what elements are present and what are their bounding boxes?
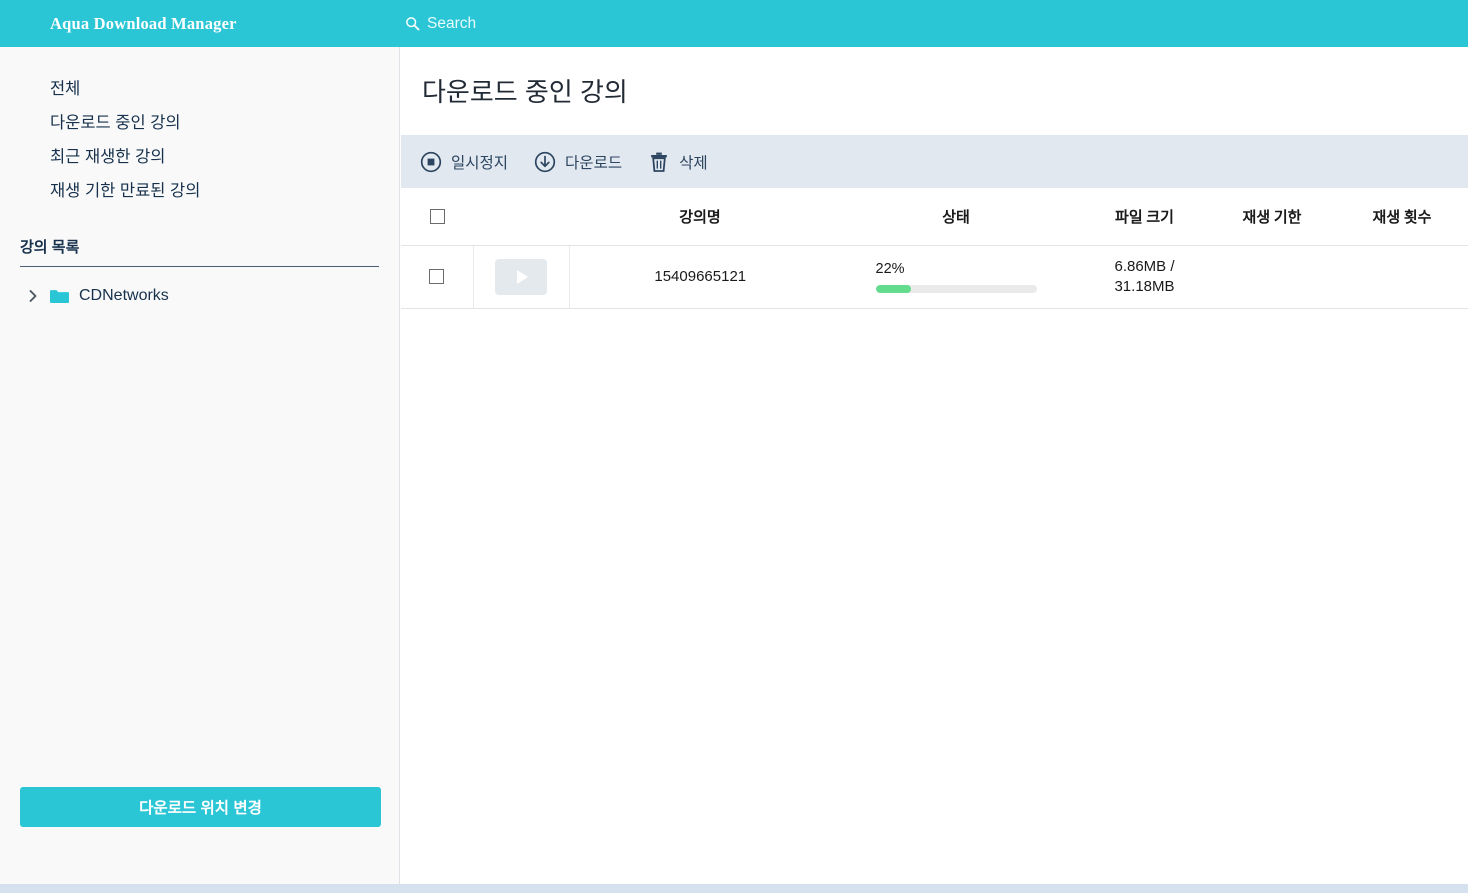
sidebar-item-all[interactable]: 전체 bbox=[0, 72, 399, 106]
change-download-location-button[interactable]: 다운로드 위치 변경 bbox=[20, 787, 381, 827]
row-filesize: 6.86MB / 31.18MB bbox=[1081, 245, 1208, 309]
column-header-plays: 재생 횟수 bbox=[1336, 188, 1468, 246]
row-select-cell bbox=[401, 245, 474, 309]
downloads-table: 강의명 상태 파일 크기 재생 기한 재생 횟수 15409665121 22%… bbox=[401, 188, 1468, 309]
downloads-table-container: 강의명 상태 파일 크기 재생 기한 재생 횟수 15409665121 22%… bbox=[401, 188, 1468, 884]
page-title: 다운로드 중인 강의 bbox=[422, 77, 628, 107]
download-circle-icon bbox=[534, 151, 556, 173]
column-header-expiry: 재생 기한 bbox=[1208, 188, 1336, 246]
row-filesize-line2: 31.18MB bbox=[1114, 277, 1175, 295]
app-title: Aqua Download Manager bbox=[50, 13, 237, 33]
delete-button[interactable]: 삭제 bbox=[648, 151, 708, 173]
row-plays bbox=[1336, 245, 1468, 309]
table-body: 15409665121 22% 6.86MB / 31.18MB bbox=[401, 245, 1468, 309]
progress-track bbox=[875, 284, 1037, 293]
column-header-size: 파일 크기 bbox=[1081, 188, 1208, 246]
table-header-row: 강의명 상태 파일 크기 재생 기한 재생 횟수 bbox=[401, 188, 1468, 246]
sidebar: 전체 다운로드 중인 강의 최근 재생한 강의 재생 기한 만료된 강의 강의 … bbox=[0, 47, 400, 884]
progress-percent-label: 22% bbox=[875, 260, 905, 277]
tree-node-cdnetworks[interactable]: CDNetworks bbox=[0, 281, 399, 311]
pause-button-label: 일시정지 bbox=[451, 154, 509, 172]
sidebar-item-downloading[interactable]: 다운로드 중인 강의 bbox=[0, 106, 399, 140]
sidebar-item-recently-played[interactable]: 최근 재생한 강의 bbox=[0, 140, 399, 174]
table-row[interactable]: 15409665121 22% 6.86MB / 31.18MB bbox=[401, 245, 1468, 309]
progress-group: 22% bbox=[875, 260, 1037, 293]
pause-circle-icon bbox=[420, 151, 442, 173]
column-header-name: 강의명 bbox=[569, 188, 831, 246]
download-button-label: 다운로드 bbox=[565, 154, 623, 172]
app-window: Aqua Download Manager Search 전체 다운로드 중인 … bbox=[0, 0, 1468, 893]
sidebar-nav-list: 전체 다운로드 중인 강의 최근 재생한 강의 재생 기한 만료된 강의 bbox=[0, 47, 399, 208]
download-button[interactable]: 다운로드 bbox=[534, 151, 622, 173]
row-name: 15409665121 bbox=[569, 245, 831, 309]
trash-icon bbox=[648, 151, 670, 173]
action-toolbar: 일시정지 다운로드 삭제 bbox=[401, 135, 1468, 188]
folder-icon bbox=[50, 289, 69, 304]
select-all-checkbox[interactable] bbox=[429, 208, 445, 224]
column-header-thumbnail bbox=[473, 188, 569, 246]
search-icon bbox=[405, 16, 420, 31]
row-state-cell: 22% bbox=[831, 245, 1081, 309]
row-thumbnail-cell bbox=[473, 245, 570, 309]
column-header-select bbox=[401, 188, 473, 246]
play-triangle bbox=[517, 269, 528, 284]
tree-node-label: CDNetworks bbox=[79, 287, 169, 304]
status-bar bbox=[0, 884, 1468, 893]
top-header-bar: Aqua Download Manager Search bbox=[0, 0, 1468, 47]
column-header-state: 상태 bbox=[831, 188, 1081, 246]
search-box[interactable]: Search bbox=[405, 15, 476, 33]
delete-button-label: 삭제 bbox=[679, 154, 708, 172]
table-header: 강의명 상태 파일 크기 재생 기한 재생 횟수 bbox=[401, 188, 1468, 246]
pause-button[interactable]: 일시정지 bbox=[420, 151, 508, 173]
chevron-right-icon[interactable] bbox=[26, 289, 40, 303]
play-icon[interactable] bbox=[495, 258, 547, 295]
sidebar-item-expired[interactable]: 재생 기한 만료된 강의 bbox=[0, 174, 399, 208]
search-placeholder-label: Search bbox=[427, 14, 477, 32]
row-expiry bbox=[1208, 245, 1336, 309]
course-tree: CDNetworks bbox=[0, 267, 399, 311]
row-checkbox[interactable] bbox=[429, 269, 445, 284]
progress-fill bbox=[875, 284, 911, 293]
main-content: 다운로드 중인 강의 일시정지 다운로드 삭제 강의명 상태 파일 크기 재생 … bbox=[401, 47, 1468, 884]
sidebar-section-title: 강의 목록 bbox=[20, 239, 80, 256]
row-filesize-line1: 6.86MB / bbox=[1114, 257, 1175, 275]
